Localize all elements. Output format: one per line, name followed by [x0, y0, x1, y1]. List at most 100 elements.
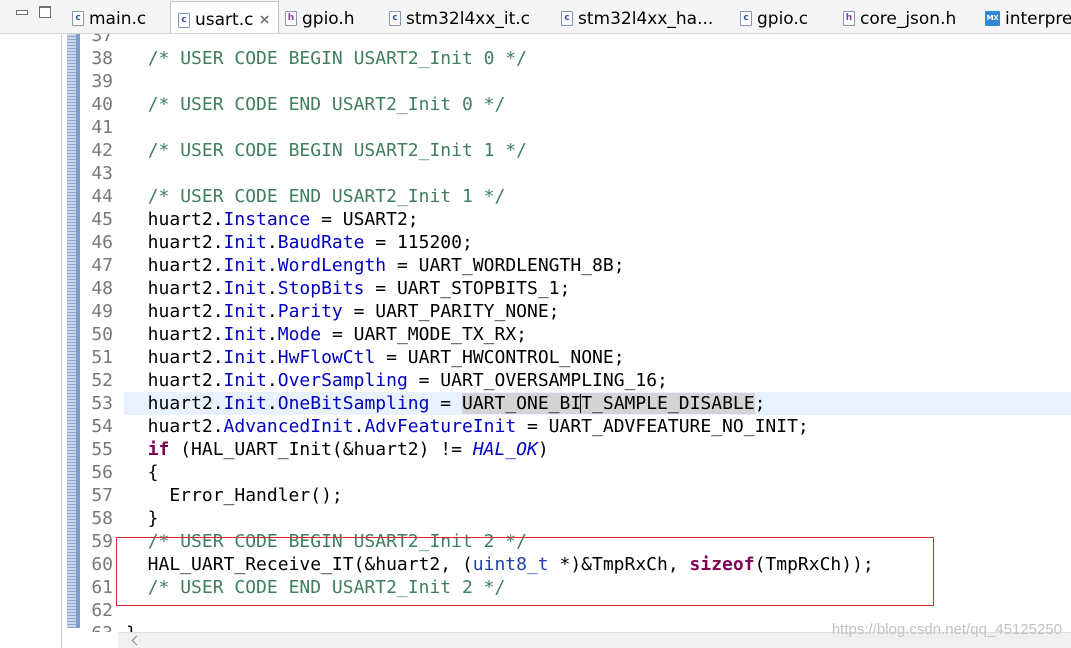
code-token-field: AdvFeatureInit: [364, 416, 517, 437]
code-token-plain: .: [266, 324, 278, 345]
file-icon-letter: c: [564, 13, 570, 23]
code-token-field: Mode: [277, 324, 322, 345]
code-token-field: OverSampling: [277, 370, 408, 391]
current-code-line[interactable]: huart2.Init.OneBitSampling = UART_ONE_BI…: [124, 392, 1071, 415]
tab-stm32l4xx-hal[interactable]: c stm32l4xx_ha...: [561, 0, 713, 33]
code-line[interactable]: {: [124, 461, 1071, 484]
code-line[interactable]: if (HAL_UART_Init(&huart2) != HAL_OK): [124, 438, 1071, 461]
code-token-plain: Error_Handler();: [126, 485, 343, 506]
code-token-field: AdvancedInit: [223, 416, 354, 437]
tab-label: interpre: [1005, 8, 1071, 29]
code-line[interactable]: Error_Handler();: [124, 484, 1071, 507]
line-number: 39: [91, 71, 113, 92]
code-token-plain: = UART_STOPBITS_1;: [364, 278, 571, 299]
code-token-comment: /* USER CODE BEGIN USART2_Init 0 */: [147, 48, 527, 69]
tab-main-c[interactable]: c main.c: [72, 0, 146, 33]
code-line[interactable]: [124, 34, 1071, 47]
code-token-plain: .: [266, 301, 278, 322]
code-token-field: Init: [223, 278, 267, 299]
code-line[interactable]: /* USER CODE BEGIN USART2_Init 1 */: [124, 139, 1071, 162]
line-number: 55: [91, 439, 113, 460]
line-number: 38: [91, 48, 113, 69]
tab-stm32l4xx-it-c[interactable]: c stm32l4xx_it.c: [389, 0, 531, 33]
code-token-plain: = UART_OVERSAMPLING_16;: [407, 370, 668, 391]
code-line[interactable]: huart2.AdvancedInit.AdvFeatureInit = UAR…: [124, 415, 1071, 438]
c-file-icon: c: [389, 11, 401, 26]
code-line[interactable]: huart2.Init.StopBits = UART_STOPBITS_1;: [124, 277, 1071, 300]
code-line[interactable]: [124, 162, 1071, 185]
code-token-field: WordLength: [277, 255, 387, 276]
code-token-plain: .: [353, 416, 365, 437]
c-file-icon: c: [72, 11, 84, 26]
mx-file-icon: MX: [985, 11, 1000, 26]
code-line[interactable]: /* USER CODE END USART2_Init 1 */: [124, 185, 1071, 208]
editor-tab-bar: c main.c c usart.c h gpio.h c stm32l4xx_…: [0, 0, 1071, 34]
line-number: 52: [91, 370, 113, 391]
line-number: 41: [91, 117, 113, 138]
code-token-plain: huart2.: [126, 255, 224, 276]
highlight-annotation-box: [116, 537, 934, 606]
c-file-icon: c: [561, 11, 573, 26]
code-line[interactable]: /* USER CODE BEGIN USART2_Init 0 */: [124, 47, 1071, 70]
line-number: 43: [91, 163, 113, 184]
code-token-plain: = UART_ADVFEATURE_NO_INIT;: [516, 416, 809, 437]
tab-core-json-h[interactable]: h core_json.h: [843, 0, 956, 33]
line-number: 59: [91, 531, 113, 552]
chevron-left-icon[interactable]: [131, 635, 142, 646]
code-line[interactable]: huart2.Instance = USART2;: [124, 208, 1071, 231]
code-token-plain: = UART_HWCONTROL_NONE;: [375, 347, 625, 368]
code-token-plain: huart2.: [126, 209, 224, 230]
side-panel-strip: [0, 34, 62, 648]
file-icon-letter: h: [845, 13, 853, 23]
minimize-icon[interactable]: [16, 10, 28, 15]
code-token-field: Init: [223, 370, 267, 391]
code-token-plain: }: [126, 623, 137, 632]
code-line[interactable]: [124, 116, 1071, 139]
code-line[interactable]: huart2.Init.BaudRate = 115200;: [124, 231, 1071, 254]
tab-gpio-h[interactable]: h gpio.h: [285, 0, 355, 33]
tab-label: stm32l4xx_it.c: [406, 8, 531, 29]
code-token-plain: .: [266, 347, 278, 368]
code-token-field: Instance: [223, 209, 311, 230]
code-line[interactable]: huart2.Init.HwFlowCtl = UART_HWCONTROL_N…: [124, 346, 1071, 369]
code-line[interactable]: huart2.Init.OverSampling = UART_OVERSAMP…: [124, 369, 1071, 392]
code-line[interactable]: huart2.Init.WordLength = UART_WORDLENGTH…: [124, 254, 1071, 277]
code-token-plain: .: [266, 255, 278, 276]
tab-label: gpio.h: [302, 8, 355, 29]
code-token-field: Init: [223, 232, 267, 253]
code-token-field: Parity: [277, 301, 343, 322]
line-number: 63: [80, 622, 113, 632]
code-token-plain: huart2.: [126, 232, 224, 253]
line-number: 37: [91, 34, 113, 46]
file-icon-letter: c: [743, 13, 749, 23]
code-line[interactable]: [124, 70, 1071, 93]
code-token-plain: huart2.: [126, 370, 224, 391]
line-number: 40: [91, 94, 113, 115]
line-number: 57: [91, 485, 113, 506]
code-line[interactable]: huart2.Init.Parity = UART_PARITY_NONE;: [124, 300, 1071, 323]
h-file-icon: h: [285, 11, 297, 26]
line-number: 47: [91, 255, 113, 276]
code-token-plain: .: [266, 370, 278, 391]
code-token-occurrence: T_SAMPLE_DISABLE: [581, 393, 755, 414]
file-icon-letter: h: [287, 13, 295, 23]
tab-usart-c[interactable]: c usart.c: [170, 1, 279, 33]
code-token-field: HwFlowCtl: [277, 347, 376, 368]
code-token-plain: huart2.: [126, 324, 224, 345]
close-icon[interactable]: [260, 15, 269, 24]
code-line[interactable]: /* USER CODE END USART2_Init 0 */: [124, 93, 1071, 116]
code-token-plain: ): [537, 439, 549, 460]
code-line[interactable]: huart2.Init.Mode = UART_MODE_TX_RX;: [124, 323, 1071, 346]
tab-gpio-c[interactable]: c gpio.c: [740, 0, 808, 33]
code-line[interactable]: }: [124, 507, 1071, 530]
code-token-field: Init: [223, 393, 267, 414]
tab-interpre[interactable]: MX interpre: [985, 0, 1071, 33]
line-number: 58: [91, 508, 113, 529]
maximize-icon[interactable]: [39, 6, 51, 18]
code-token-plain: = UART_MODE_TX_RX;: [321, 324, 528, 345]
watermark: https://blog.csdn.net/qq_45125250: [831, 621, 1062, 638]
line-number: 44: [91, 186, 113, 207]
